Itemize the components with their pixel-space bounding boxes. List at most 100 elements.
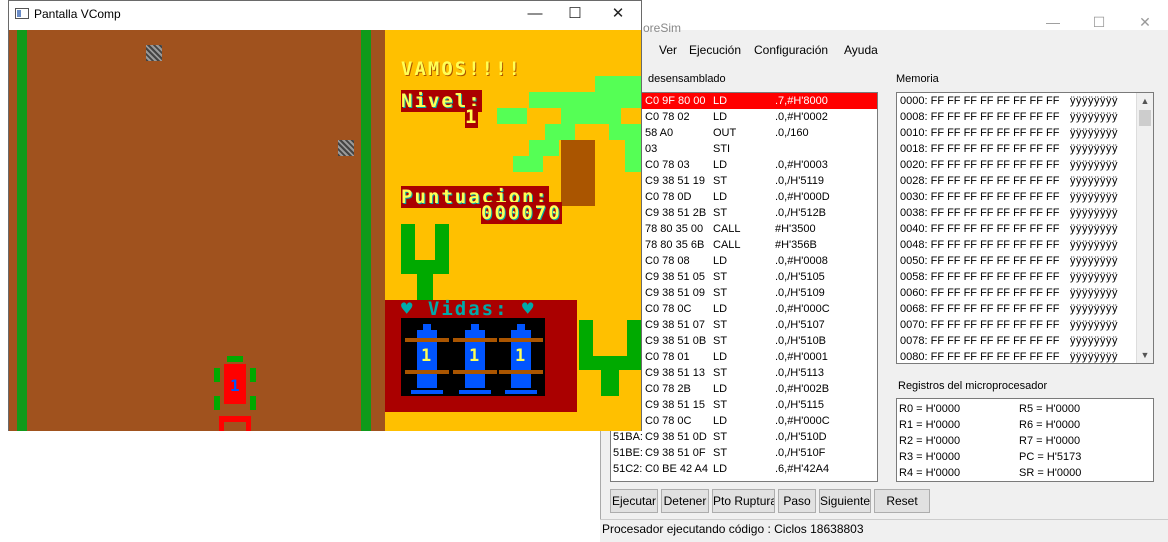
menu-ayuda[interactable]: Ayuda <box>844 43 878 57</box>
disasm-opcode: ST <box>713 175 728 187</box>
disasm-operands: .0,#H'000C <box>775 303 830 315</box>
disasm-row[interactable]: C0 78 01 LD .0,#H'0001 <box>611 349 877 365</box>
memory-row[interactable]: 0008: FF FF FF FF FF FF FF FF ÿÿÿÿÿÿÿÿ <box>900 109 1118 125</box>
disasm-row[interactable]: C0 9F 80 00 LD .7,#H'8000 <box>611 93 877 109</box>
disasm-row[interactable]: 51BA: C9 38 51 0D ST .0,/H'510D <box>611 429 877 445</box>
disasm-operands: #H'3500 <box>775 223 816 235</box>
game-minimize-button[interactable]: — <box>515 5 555 25</box>
memory-row[interactable]: 0078: FF FF FF FF FF FF FF FF ÿÿÿÿÿÿÿÿ <box>900 333 1118 349</box>
disasm-row[interactable]: 78 80 35 00 CALL #H'3500 <box>611 221 877 237</box>
memory-chars: ÿÿÿÿÿÿÿÿ <box>1070 207 1118 219</box>
memory-bytes: FF FF FF FF FF FF FF FF <box>930 95 1060 107</box>
menu-configuracion[interactable]: Configuración <box>754 43 828 57</box>
memory-row[interactable]: 0010: FF FF FF FF FF FF FF FF ÿÿÿÿÿÿÿÿ <box>900 125 1118 141</box>
memory-row[interactable]: 0038: FF FF FF FF FF FF FF FF ÿÿÿÿÿÿÿÿ <box>900 205 1118 221</box>
memory-scrollbar[interactable]: ▲ ▼ <box>1136 93 1153 363</box>
memory-address: 0000: <box>900 95 928 107</box>
memory-row[interactable]: 0070: FF FF FF FF FF FF FF FF ÿÿÿÿÿÿÿÿ <box>900 317 1118 333</box>
memory-row[interactable]: 0050: FF FF FF FF FF FF FF FF ÿÿÿÿÿÿÿÿ <box>900 253 1118 269</box>
disasm-operands: .0,/H'5113 <box>775 367 824 379</box>
disasm-row[interactable]: 03 STI <box>611 141 877 157</box>
minimize-button[interactable]: — <box>1033 14 1073 34</box>
scroll-thumb[interactable] <box>1139 110 1151 126</box>
memory-row[interactable]: 0040: FF FF FF FF FF FF FF FF ÿÿÿÿÿÿÿÿ <box>900 221 1118 237</box>
menu-ver[interactable]: Ver <box>659 43 677 57</box>
memory-row[interactable]: 0000: FF FF FF FF FF FF FF FF ÿÿÿÿÿÿÿÿ <box>900 93 1118 109</box>
disasm-row[interactable]: C0 78 0D LD .0,#H'000D <box>611 189 877 205</box>
disasm-row[interactable]: C0 78 02 LD .0,#H'0002 <box>611 109 877 125</box>
memory-view[interactable]: 0000: FF FF FF FF FF FF FF FF ÿÿÿÿÿÿÿÿ 000… <box>896 92 1154 364</box>
disasm-row[interactable]: 51BE: C9 38 51 0F ST .0,/H'510F <box>611 445 877 461</box>
reset-button[interactable]: Reset <box>874 489 930 513</box>
disasm-bytes: C9 38 51 05 <box>645 271 705 283</box>
game-maximize-button[interactable]: ☐ <box>555 5 595 25</box>
disasm-row[interactable]: C9 38 51 09 ST .0,/H'5109 <box>611 285 877 301</box>
memory-address: 0048: <box>900 239 928 251</box>
disasm-row[interactable]: C9 38 51 19 ST .0,/H'5119 <box>611 173 877 189</box>
disasm-opcode: CALL <box>713 239 741 251</box>
disasm-opcode: LD <box>713 383 728 395</box>
disasm-bytes: C9 38 51 07 <box>645 319 705 331</box>
disasm-bytes: C0 78 02 <box>645 111 690 123</box>
memory-row[interactable]: 0020: FF FF FF FF FF FF FF FF ÿÿÿÿÿÿÿÿ <box>900 157 1118 173</box>
memory-address: 0020: <box>900 159 928 171</box>
disasm-operands: .0,/H'510F <box>775 447 826 459</box>
disasm-row[interactable]: C9 38 51 05 ST .0,/H'5105 <box>611 269 877 285</box>
disasm-row[interactable]: C9 38 51 2B ST .0,/H'512B <box>611 205 877 221</box>
memory-address: 0030: <box>900 191 928 203</box>
disasm-row[interactable]: C9 38 51 13 ST .0,/H'5113 <box>611 365 877 381</box>
disassembly-list[interactable]: C0 9F 80 00 LD .7,#H'8000 C0 78 02 LD .0,#H'0… <box>610 92 878 482</box>
register-value: R6 = H'0000 <box>1019 419 1081 431</box>
disasm-row[interactable]: C0 78 0C LD .0,#H'000C <box>611 301 877 317</box>
disasm-opcode: LD <box>713 415 728 427</box>
disasm-opcode: LD <box>713 191 728 203</box>
registers-panel: R0 = H'0000 R5 = H'0000 R1 = H'0000 R6 = H'… <box>896 398 1154 482</box>
disasm-row[interactable]: C0 78 03 LD .0,#H'0003 <box>611 157 877 173</box>
memory-bytes: FF FF FF FF FF FF FF FF <box>930 207 1060 219</box>
register-value: R3 = H'0000 <box>899 451 961 463</box>
disasm-opcode: ST <box>713 399 728 411</box>
disasm-row[interactable]: 51C2: C0 BE 42 A4 LD .6,#H'42A4 <box>611 461 877 477</box>
memory-row[interactable]: 0068: FF FF FF FF FF FF FF FF ÿÿÿÿÿÿÿÿ <box>900 301 1118 317</box>
disasm-row[interactable]: C9 38 51 07 ST .0,/H'5107 <box>611 317 877 333</box>
disasm-row[interactable]: C0 78 2B LD .0,#H'002B <box>611 381 877 397</box>
pto-ruptura-button[interactable]: Pto Ruptura <box>712 489 775 513</box>
memory-address: 0018: <box>900 143 928 155</box>
siguiente-button[interactable]: Siguiente <box>819 489 871 513</box>
memory-chars: ÿÿÿÿÿÿÿÿ <box>1070 95 1118 107</box>
memory-bytes: FF FF FF FF FF FF FF FF <box>930 159 1060 171</box>
track-right-border <box>361 30 371 431</box>
memory-address: 0038: <box>900 207 928 219</box>
memory-row[interactable]: 0018: FF FF FF FF FF FF FF FF ÿÿÿÿÿÿÿÿ <box>900 141 1118 157</box>
memory-row[interactable]: 0060: FF FF FF FF FF FF FF FF ÿÿÿÿÿÿÿÿ <box>900 285 1118 301</box>
memory-bytes: FF FF FF FF FF FF FF FF <box>930 143 1060 155</box>
menu-ejecucion[interactable]: Ejecución <box>689 43 741 57</box>
game-close-button[interactable]: ✕ <box>598 5 638 25</box>
disasm-bytes: 03 <box>645 143 658 155</box>
disasm-opcode: ST <box>713 271 728 283</box>
close-button[interactable]: ✕ <box>1125 14 1165 34</box>
scroll-down-icon[interactable]: ▼ <box>1137 347 1153 363</box>
maximize-button[interactable]: ☐ <box>1079 14 1119 34</box>
disasm-row[interactable]: C0 78 0C LD .0,#H'000C <box>611 413 877 429</box>
disasm-operands: .0,/H'510B <box>775 335 827 347</box>
memory-row[interactable]: 0080: FF FF FF FF FF FF FF FF ÿÿÿÿÿÿÿÿ <box>900 349 1118 363</box>
disasm-row[interactable]: C9 38 51 15 ST .0,/H'5115 <box>611 397 877 413</box>
disasm-row[interactable]: 78 80 35 6B CALL #H'356B <box>611 237 877 253</box>
memory-row[interactable]: 0058: FF FF FF FF FF FF FF FF ÿÿÿÿÿÿÿÿ <box>900 269 1118 285</box>
detener-button[interactable]: Detener <box>661 489 709 513</box>
disasm-bytes: C9 38 51 2B <box>645 207 707 219</box>
disasm-opcode: ST <box>713 431 728 443</box>
paso-button[interactable]: Paso <box>778 489 816 513</box>
disasm-row[interactable]: C0 78 08 LD .0,#H'0008 <box>611 253 877 269</box>
disasm-bytes: C9 38 51 09 <box>645 287 705 299</box>
ejecutar-button[interactable]: Ejecutar <box>610 489 658 513</box>
memory-chars: ÿÿÿÿÿÿÿÿ <box>1070 127 1118 139</box>
memory-row[interactable]: 0028: FF FF FF FF FF FF FF FF ÿÿÿÿÿÿÿÿ <box>900 173 1118 189</box>
disasm-row[interactable]: C9 38 51 0B ST .0,/H'510B <box>611 333 877 349</box>
memory-row[interactable]: 0048: FF FF FF FF FF FF FF FF ÿÿÿÿÿÿÿÿ <box>900 237 1118 253</box>
game-screen[interactable]: 1 VAMOS!!!! Nivel: 1 Puntuacion: 000070 <box>9 30 641 431</box>
memory-row[interactable]: 0030: FF FF FF FF FF FF FF FF ÿÿÿÿÿÿÿÿ <box>900 189 1118 205</box>
scroll-up-icon[interactable]: ▲ <box>1137 93 1153 109</box>
disasm-row[interactable]: 58 A0 OUT .0,/160 <box>611 125 877 141</box>
